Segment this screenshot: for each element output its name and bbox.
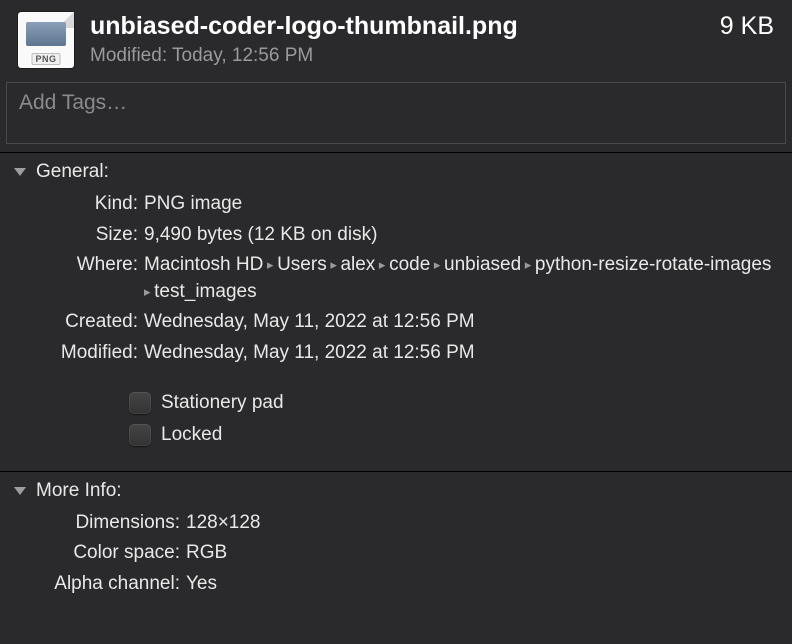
- dimensions-row: Dimensions: 128×128: [14, 508, 778, 539]
- created-value: Wednesday, May 11, 2022 at 12:56 PM: [144, 309, 778, 336]
- chevron-down-icon: [14, 168, 26, 176]
- modified-label: Modified:: [14, 340, 144, 367]
- size-value: 9,490 bytes (12 KB on disk): [144, 222, 778, 249]
- tags-field-wrapper[interactable]: [6, 82, 786, 144]
- stationery-checkbox[interactable]: [129, 392, 151, 414]
- more-info-disclosure[interactable]: More Info:: [14, 480, 778, 502]
- chevron-down-icon: [14, 487, 26, 495]
- thumbnail-badge: PNG: [31, 53, 60, 65]
- where-row: Where: Macintosh HD ▸ Users ▸ alex ▸ cod…: [14, 250, 778, 307]
- kind-value: PNG image: [144, 191, 778, 218]
- modified-summary: Modified: Today, 12:56 PM: [90, 45, 774, 67]
- dimensions-label: Dimensions:: [14, 510, 186, 537]
- alpha-label: Alpha channel:: [14, 571, 186, 598]
- stationery-row: Stationery pad: [14, 387, 778, 419]
- alpha-row: Alpha channel: Yes: [14, 569, 778, 600]
- file-size-header: 9 KB: [720, 12, 774, 41]
- modified-value: Wednesday, May 11, 2022 at 12:56 PM: [144, 340, 778, 367]
- file-header: PNG unbiased-coder-logo-thumbnail.png 9 …: [0, 0, 792, 78]
- file-thumbnail: PNG: [18, 12, 74, 68]
- colorspace-row: Color space: RGB: [14, 538, 778, 569]
- alpha-value: Yes: [186, 571, 778, 598]
- kind-row: Kind: PNG image: [14, 189, 778, 220]
- size-label: Size:: [14, 222, 144, 249]
- where-value: Macintosh HD ▸ Users ▸ alex ▸ code ▸ unb…: [144, 252, 778, 305]
- file-name: unbiased-coder-logo-thumbnail.png: [90, 12, 700, 41]
- created-row: Created: Wednesday, May 11, 2022 at 12:5…: [14, 307, 778, 338]
- modified-row: Modified: Wednesday, May 11, 2022 at 12:…: [14, 338, 778, 369]
- colorspace-value: RGB: [186, 540, 778, 567]
- general-title: General:: [36, 161, 109, 183]
- locked-row: Locked: [14, 419, 778, 451]
- kind-label: Kind:: [14, 191, 144, 218]
- general-disclosure[interactable]: General:: [14, 161, 778, 183]
- locked-label: Locked: [161, 424, 222, 446]
- size-row: Size: 9,490 bytes (12 KB on disk): [14, 220, 778, 251]
- more-info-title: More Info:: [36, 480, 122, 502]
- dimensions-value: 128×128: [186, 510, 778, 537]
- stationery-label: Stationery pad: [161, 392, 284, 414]
- tags-input[interactable]: [19, 91, 773, 115]
- locked-checkbox[interactable]: [129, 424, 151, 446]
- more-info-section: More Info: Dimensions: 128×128 Color spa…: [0, 472, 792, 612]
- created-label: Created:: [14, 309, 144, 336]
- general-section: General: Kind: PNG image Size: 9,490 byt…: [0, 153, 792, 463]
- where-label: Where:: [14, 252, 144, 305]
- colorspace-label: Color space:: [14, 540, 186, 567]
